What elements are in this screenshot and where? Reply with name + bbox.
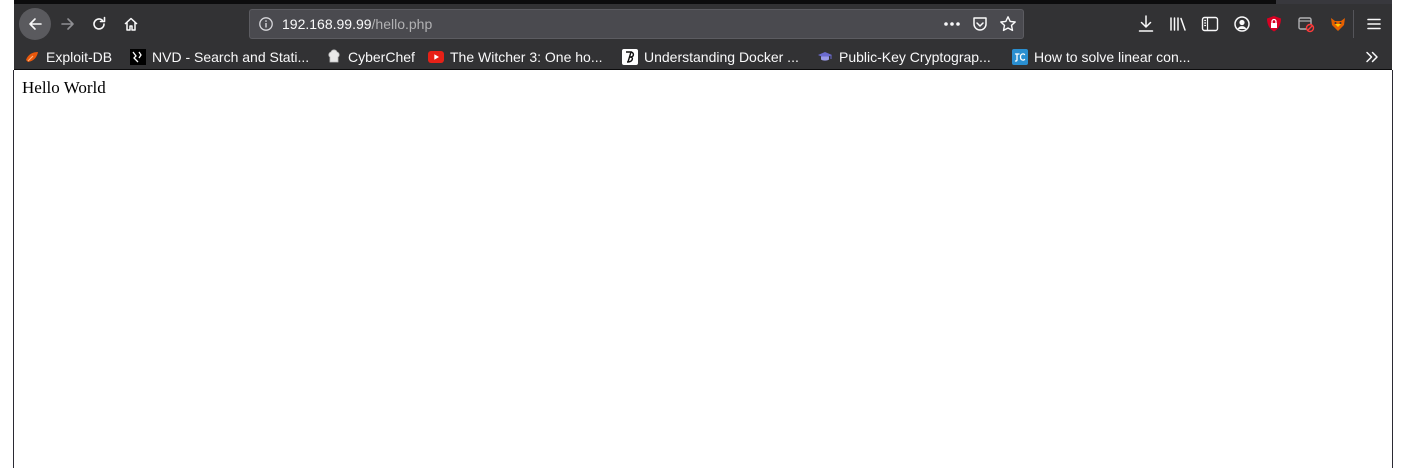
- home-button[interactable]: [117, 10, 145, 38]
- home-icon: [124, 17, 138, 31]
- bookmarks-toolbar: Exploit-DB NVD - Search and Stati... Cyb…: [14, 44, 1392, 70]
- page-content: Hello World: [14, 70, 1392, 468]
- hamburger-menu-icon: [1367, 18, 1381, 30]
- app-menu-button[interactable]: [1362, 12, 1386, 36]
- bookmark-label: Understanding Docker ...: [644, 49, 799, 65]
- bookmark-label: The Witcher 3: One ho...: [450, 49, 603, 65]
- bookmark-label: CyberChef: [348, 49, 415, 65]
- bookmark-label: Exploit-DB: [46, 49, 113, 65]
- library-icon: [1170, 17, 1186, 31]
- ublock-extension-button[interactable]: [1258, 12, 1290, 36]
- site-info-icon[interactable]: [258, 16, 274, 32]
- bookmark-star-icon[interactable]: [999, 15, 1017, 33]
- account-button[interactable]: [1226, 12, 1258, 36]
- ublock-shield-icon: [1267, 16, 1281, 32]
- window-border-right: [1392, 70, 1393, 468]
- forward-arrow-icon: [61, 18, 74, 30]
- cryptography-icon: [817, 49, 833, 65]
- bookmark-label: Public-Key Cryptograp...: [839, 49, 991, 65]
- page-body-text: Hello World: [22, 78, 106, 97]
- browser-chrome: 192.168.99.99/hello.php Exploit-DB NVD -…: [14, 0, 1392, 70]
- bookmark-label: NVD - Search and Stati...: [152, 49, 310, 65]
- downloads-button[interactable]: [1130, 12, 1162, 36]
- browser-window: 192.168.99.99/hello.php Exploit-DB NVD -…: [0, 0, 1406, 468]
- cyberchef-icon: [326, 49, 342, 65]
- nvd-icon: [130, 49, 146, 65]
- navigation-toolbar: 192.168.99.99/hello.php: [14, 4, 1392, 44]
- bookmark-cyberchef[interactable]: CyberChef: [326, 47, 415, 67]
- account-icon: [1234, 16, 1250, 32]
- fox-icon: [1331, 18, 1345, 31]
- bookmark-docker[interactable]: Understanding Docker ...: [622, 47, 799, 67]
- pocket-icon[interactable]: [971, 15, 989, 33]
- back-arrow-icon: [29, 18, 42, 30]
- linear-con-icon: [1012, 49, 1028, 65]
- docker-article-icon: [622, 49, 638, 65]
- bookmarks-overflow-button[interactable]: [1362, 47, 1382, 67]
- forward-button[interactable]: [54, 10, 82, 38]
- sidebar-button[interactable]: [1194, 12, 1226, 36]
- back-button[interactable]: [19, 8, 51, 40]
- bookmark-nvd[interactable]: NVD - Search and Stati...: [130, 47, 309, 67]
- toolbar-separator: [1353, 10, 1354, 38]
- library-button[interactable]: [1162, 12, 1194, 36]
- download-icon: [1138, 15, 1154, 32]
- reload-icon: [93, 16, 106, 30]
- double-chevron-right-icon: [1366, 51, 1378, 63]
- foxyproxy-extension-button[interactable]: [1322, 12, 1354, 36]
- url-host: 192.168.99.99: [282, 16, 372, 32]
- sidebar-icon: [1201, 16, 1219, 32]
- url-bar[interactable]: 192.168.99.99/hello.php: [249, 9, 1024, 39]
- bookmark-exploit-db[interactable]: Exploit-DB: [24, 47, 112, 67]
- reload-button[interactable]: [85, 10, 113, 38]
- url-actions: [943, 14, 1017, 34]
- youtube-icon: [428, 49, 444, 65]
- exploit-db-icon: [24, 49, 40, 65]
- bookmark-label: How to solve linear con...: [1034, 49, 1191, 65]
- bookmark-linear-con[interactable]: How to solve linear con...: [1012, 47, 1190, 67]
- page-actions-icon[interactable]: [943, 21, 961, 27]
- url-text[interactable]: 192.168.99.99/hello.php: [282, 16, 432, 32]
- bookmark-witcher[interactable]: The Witcher 3: One ho...: [428, 47, 603, 67]
- window-frame-left: [0, 0, 14, 468]
- container-extension-button[interactable]: [1290, 12, 1322, 36]
- blocked-window-icon: [1298, 17, 1315, 33]
- toolbar-extensions: [1130, 12, 1354, 36]
- bookmark-public-key[interactable]: Public-Key Cryptograp...: [817, 47, 991, 67]
- url-path: /hello.php: [371, 16, 433, 32]
